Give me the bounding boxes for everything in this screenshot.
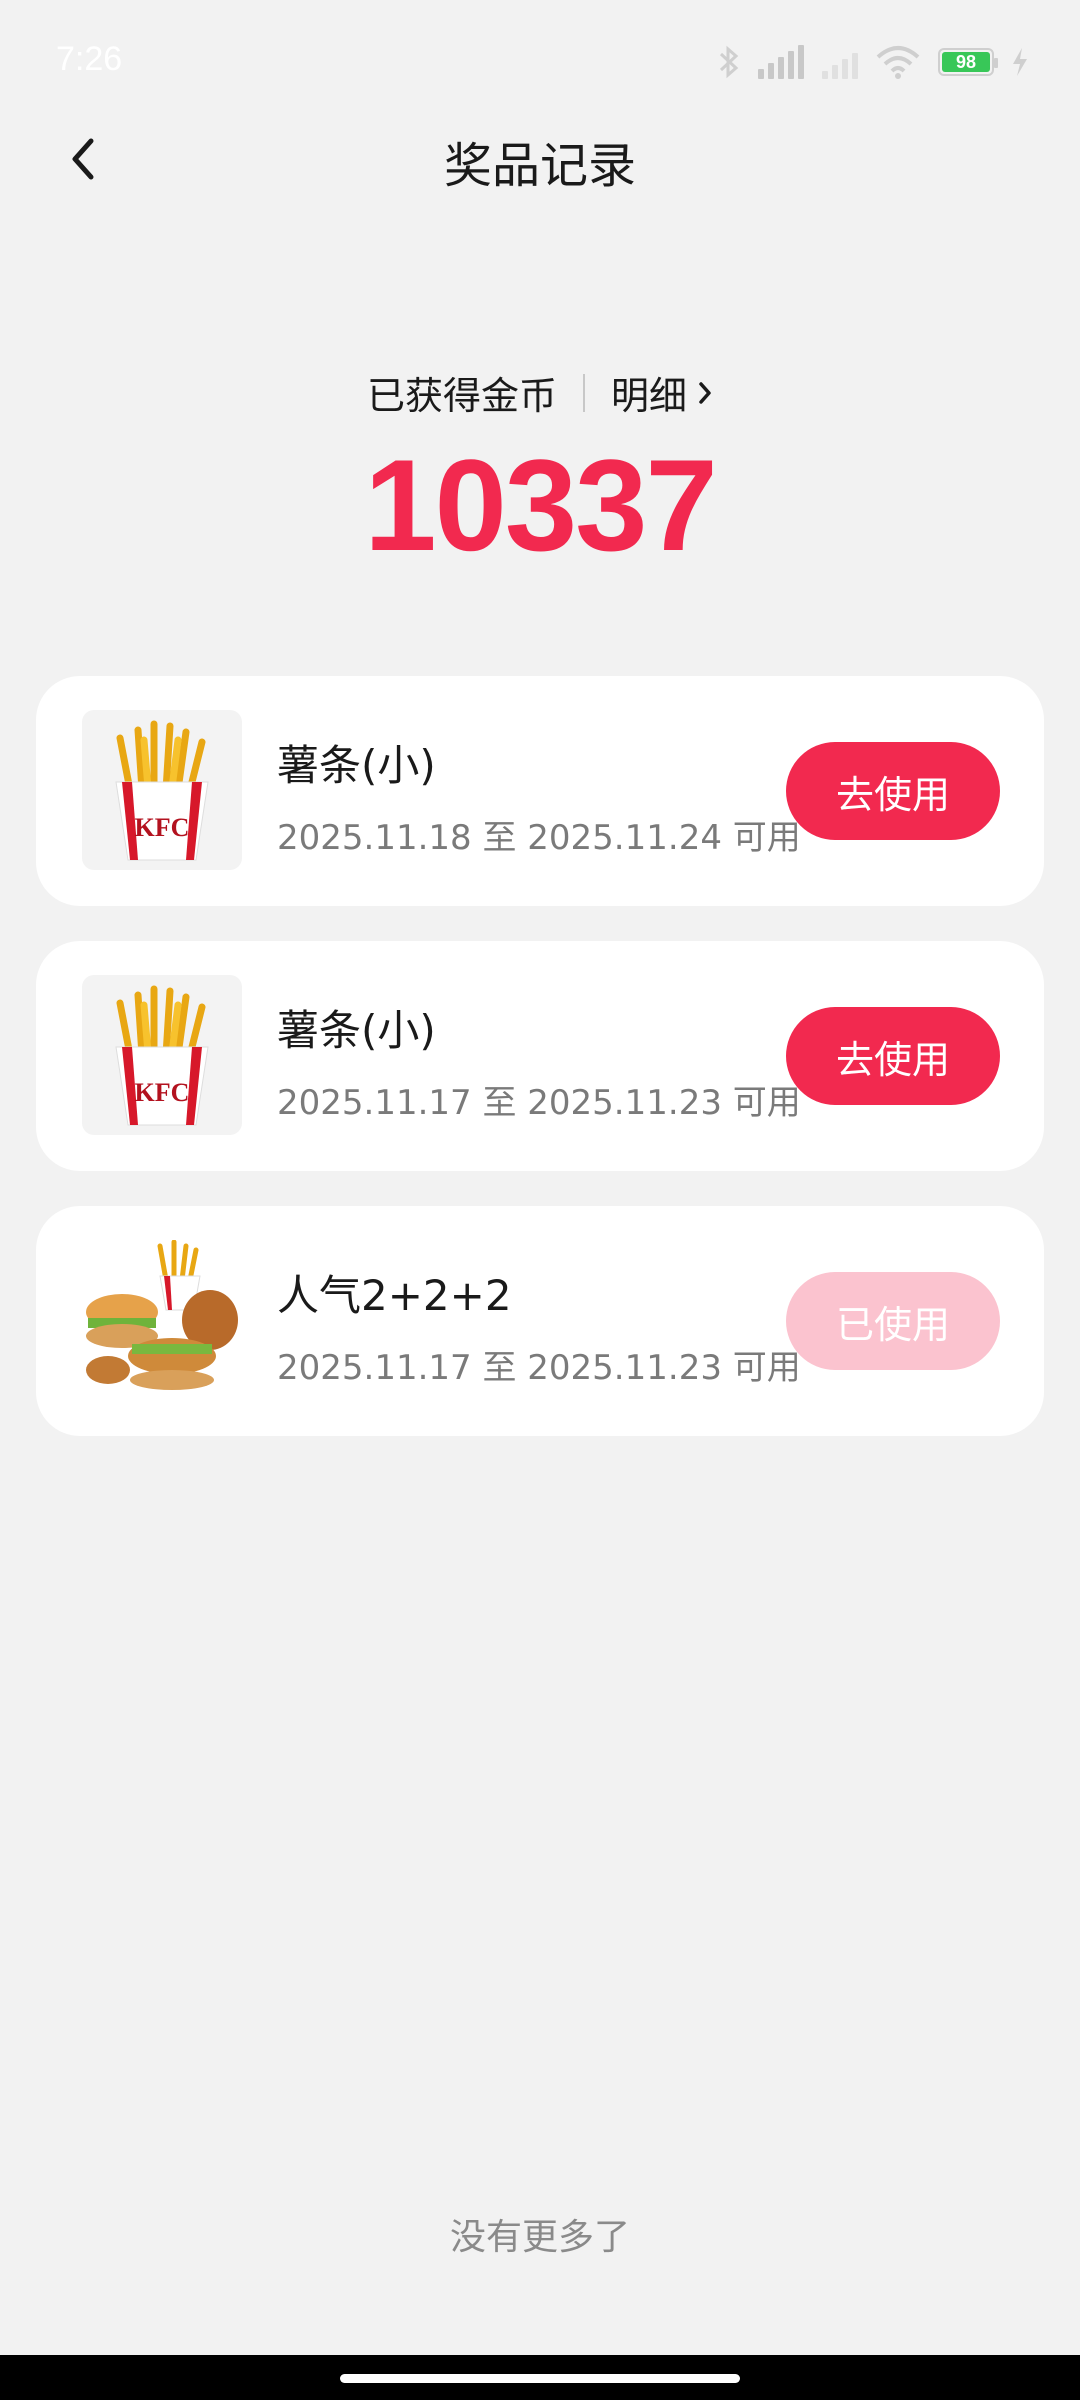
battery-icon: 98 bbox=[938, 48, 998, 76]
signal-icon bbox=[822, 45, 858, 79]
prize-validity: 2025.11.17 至 2025.11.23 可用 bbox=[277, 1348, 801, 1388]
kfc-fries-image: KFC bbox=[82, 975, 242, 1135]
prize-card: KFC 薯条(小) 2025.11.17 至 2025.11.23 可用 去使用 bbox=[36, 941, 1044, 1171]
chevron-right-icon bbox=[699, 381, 711, 404]
use-button[interactable]: 去使用 bbox=[786, 742, 1000, 840]
home-indicator[interactable] bbox=[340, 2374, 740, 2383]
prize-card: KFC 薯条(小) 2025.11.18 至 2025.11.24 可用 去使用 bbox=[36, 676, 1044, 906]
status-bar: 7:26 98 bbox=[0, 0, 1080, 120]
prize-validity: 2025.11.18 至 2025.11.24 可用 bbox=[277, 818, 801, 858]
prize-name: 薯条(小) bbox=[277, 741, 436, 790]
coins-detail-label: 明细 bbox=[611, 374, 688, 418]
navigation-bar bbox=[0, 2355, 1080, 2400]
divider bbox=[583, 373, 585, 412]
status-icons: 98 bbox=[718, 42, 1028, 82]
no-more-text: 没有更多了 bbox=[449, 2217, 630, 2258]
prize-name: 人气2+2+2 bbox=[277, 1271, 512, 1320]
used-button[interactable]: 已使用 bbox=[786, 1272, 1000, 1370]
hd-signal-icon bbox=[758, 45, 804, 79]
wifi-icon bbox=[876, 46, 920, 79]
svg-text:KFC: KFC bbox=[135, 1078, 190, 1107]
battery-level: 98 bbox=[942, 52, 990, 72]
prize-validity: 2025.11.17 至 2025.11.23 可用 bbox=[277, 1083, 801, 1123]
bluetooth-icon bbox=[719, 45, 739, 79]
page-title: 奖品记录 bbox=[443, 138, 636, 194]
kfc-fries-image: KFC bbox=[82, 710, 242, 870]
status-time: 7:26 bbox=[56, 40, 123, 78]
prize-card: 人气2+2+2 2025.11.17 至 2025.11.23 可用 已使用 bbox=[36, 1206, 1044, 1436]
charging-icon bbox=[1013, 48, 1027, 76]
svg-text:KFC: KFC bbox=[135, 813, 190, 842]
kfc-combo-image bbox=[82, 1240, 242, 1400]
coins-label: 已获得金币 bbox=[366, 374, 557, 418]
coins-summary: 已获得金币 明细 bbox=[0, 365, 1080, 420]
coins-value: 10337 bbox=[364, 432, 718, 578]
coins-detail-link[interactable]: 明细 bbox=[611, 365, 713, 420]
prize-name: 薯条(小) bbox=[277, 1006, 436, 1055]
use-button[interactable]: 去使用 bbox=[786, 1007, 1000, 1105]
